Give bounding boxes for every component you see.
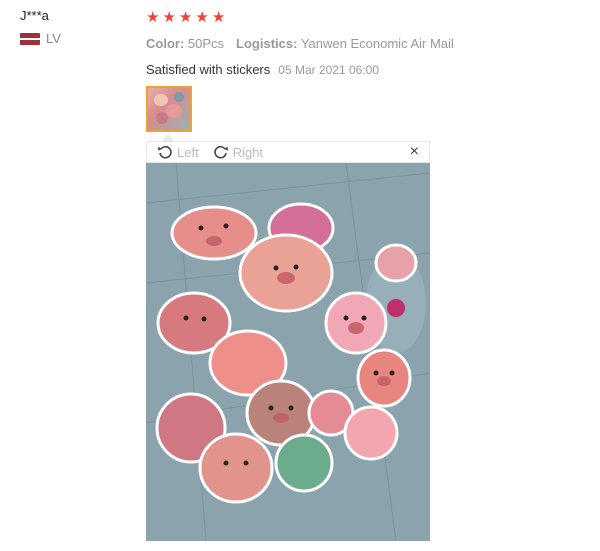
logistics-attribute: Logistics: Yanwen Economic Air Mail [236,36,454,51]
thumb-blob [154,94,168,106]
review-date: 05 Mar 2021 06:00 [278,63,380,77]
reviewer-name: J***a [20,8,49,23]
rotate-left-button[interactable]: Left [157,144,199,160]
review-meta: Color: 50Pcs Logistics: Yanwen Economic … [146,36,586,51]
photo-viewer-toolbar: Left Right × [146,141,430,163]
review-text: Satisfied with stickers [146,62,271,77]
thumb-blob [166,104,182,118]
star-icon: ★ [146,9,160,26]
thumb-blob [156,112,168,124]
color-attribute: Color: 50Pcs [146,36,224,51]
review-feedback: Satisfied with stickers 05 Mar 2021 06:0… [146,62,586,77]
close-icon[interactable]: × [410,144,419,160]
rotate-right-icon [213,145,228,159]
color-label: Color: [146,36,185,51]
reviewer-country: LV [20,31,61,46]
photo-viewer: Left Right × [146,141,430,541]
sticker-photo-image [146,163,430,541]
rotate-right-label: Right [232,144,264,160]
thumbnail-pointer [162,134,174,141]
star-icon: ★ [162,9,176,26]
rotate-right-button[interactable]: Right [213,144,263,160]
star-rating: ★ ★ ★ ★ ★ [146,10,586,26]
star-icon: ★ [195,9,209,26]
country-code: LV [46,31,61,46]
color-value: 50Pcs [187,36,225,51]
review-photo-thumbnail[interactable] [146,86,192,132]
rotate-left-label: Left [177,144,199,160]
logistics-value: Yanwen Economic Air Mail [300,36,454,51]
review-photo [146,163,430,541]
star-icon: ★ [178,9,193,26]
latvia-flag-icon [20,32,40,45]
star-icon: ★ [211,9,226,26]
logistics-label: Logistics: [236,36,298,51]
reviewer-info: J***a LV [20,8,61,46]
review-content: ★ ★ ★ ★ ★ Color: 50Pcs Logistics: Yanwen… [146,10,586,78]
thumb-blob [174,92,184,102]
rotate-left-icon [158,145,172,159]
